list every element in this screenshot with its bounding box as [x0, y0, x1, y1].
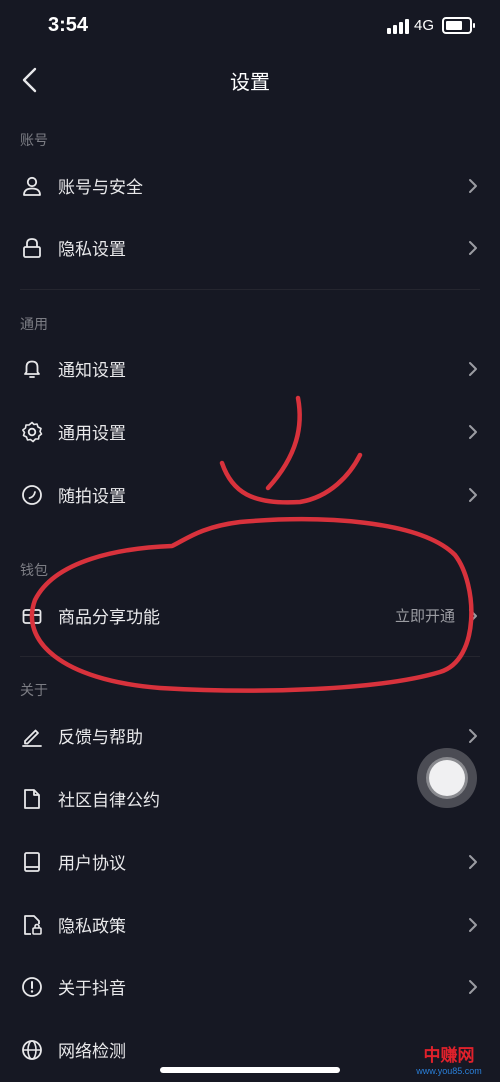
section-label-general: 通用 — [20, 317, 48, 333]
row-privacy-settings[interactable]: 隐私设置 — [0, 217, 500, 279]
row-label: 商品分享功能 — [58, 608, 160, 628]
status-bar: 3:54 4G — [0, 0, 500, 50]
assistive-touch-button[interactable] — [417, 748, 477, 808]
lock-icon — [23, 238, 41, 258]
row-label: 反馈与帮助 — [58, 728, 143, 748]
row-label: 网络检测 — [58, 1042, 126, 1062]
status-time: 3:54 — [48, 14, 89, 36]
chevron-right-icon — [469, 362, 477, 376]
page-title: 设置 — [230, 70, 270, 94]
activate-now-link[interactable]: 立即开通 — [395, 605, 455, 626]
row-label: 社区自律公约 — [58, 791, 160, 811]
row-about-douyin[interactable]: 关于抖音 — [0, 956, 500, 1018]
chevron-right-icon — [469, 980, 477, 994]
row-privacy-policy[interactable]: 隐私政策 — [0, 894, 500, 956]
lock-document-icon — [24, 915, 42, 935]
battery-icon — [442, 17, 475, 34]
chevron-right-icon — [469, 855, 477, 869]
globe-icon — [22, 1040, 42, 1060]
row-label: 隐私政策 — [58, 917, 126, 937]
section-label-wallet: 钱包 — [20, 563, 48, 579]
bell-icon — [24, 360, 40, 378]
book-icon — [24, 852, 40, 872]
watermark-logo: 中赚网 www.you85.com — [408, 1046, 490, 1078]
row-user-agreement[interactable]: 用户协议 — [0, 831, 500, 893]
gear-icon — [22, 421, 43, 443]
row-product-share[interactable]: 商品分享功能 立即开通 — [0, 585, 500, 647]
row-label: 用户协议 — [58, 854, 126, 874]
shop-bag-icon — [22, 609, 42, 624]
row-label: 通知设置 — [58, 361, 126, 381]
row-capture-settings[interactable]: 随拍设置 — [0, 464, 500, 526]
row-label: 通用设置 — [58, 424, 126, 444]
section-divider — [20, 656, 480, 657]
section-label-account: 账号 — [20, 133, 48, 149]
settings-screen: 3:54 4G 设置 账号 账号与安全 隐私设置 通用 通知设置 通用设置 随拍… — [0, 0, 500, 1082]
chevron-right-icon — [469, 241, 477, 255]
row-label: 账号与安全 — [58, 178, 143, 198]
watermark-text: 中赚网 — [423, 1046, 475, 1066]
row-general-settings[interactable]: 通用设置 — [0, 401, 500, 463]
document-icon — [24, 789, 40, 809]
chevron-right-icon — [469, 179, 477, 193]
chevron-right-icon — [469, 425, 477, 439]
row-label: 关于抖音 — [58, 979, 126, 999]
network-type: 4G — [414, 17, 435, 34]
chevron-right-icon — [469, 729, 477, 743]
row-notification-settings[interactable]: 通知设置 — [0, 338, 500, 400]
timer-circle-icon — [22, 485, 42, 505]
chevron-right-icon — [469, 609, 477, 623]
section-label-about: 关于 — [20, 683, 48, 699]
row-label: 随拍设置 — [58, 487, 126, 507]
nav-bar: 设置 — [0, 50, 500, 108]
chevron-right-icon — [469, 488, 477, 502]
edit-pencil-icon — [22, 729, 42, 747]
home-indicator[interactable] — [160, 1067, 340, 1073]
row-account-security[interactable]: 账号与安全 — [0, 155, 500, 217]
user-icon — [23, 176, 41, 196]
info-circle-icon — [22, 977, 42, 997]
row-label: 隐私设置 — [58, 240, 126, 260]
watermark-url: www.you85.com — [416, 1066, 482, 1076]
section-divider — [20, 289, 480, 290]
chevron-right-icon — [469, 918, 477, 932]
